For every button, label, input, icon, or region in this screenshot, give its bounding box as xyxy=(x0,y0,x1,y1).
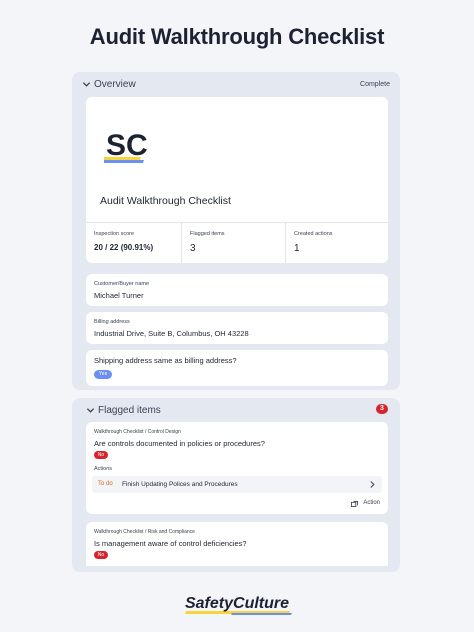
svg-text:SC: SC xyxy=(106,129,148,162)
add-action-button[interactable]: Action xyxy=(340,499,380,509)
flagged-title: Flagged items xyxy=(98,405,161,416)
field-value: Michael Turner xyxy=(94,291,144,300)
stat-label: Inspection score xyxy=(94,231,135,237)
status-label: Complete xyxy=(360,81,390,88)
actions-label: Actions xyxy=(94,466,113,472)
overview-title: Overview xyxy=(94,79,136,90)
stat-value: 1 xyxy=(294,243,300,254)
company-logo: SC xyxy=(104,129,148,163)
item-question: Is management aware of control deficienc… xyxy=(94,539,247,548)
billing-address-field: Billing address Industrial Drive, Suite … xyxy=(86,312,388,344)
stat-value: 3 xyxy=(190,243,196,254)
stat-created-actions: Created actions 1 xyxy=(286,223,388,264)
stat-label: Created actions xyxy=(294,231,333,237)
field-question: Shipping address same as billing address… xyxy=(94,356,237,365)
stat-inspection-score: Inspection score 20 / 22 (90.91%) xyxy=(86,223,182,264)
flagged-header[interactable]: Flagged items 3 xyxy=(72,398,400,424)
flagged-item: Walkthrough Checklist / Risk and Complia… xyxy=(86,522,388,566)
no-badge: No xyxy=(94,551,108,559)
customer-name-field: Customer/Buyer name Michael Turner xyxy=(86,274,388,306)
svg-text:SafetyCulture: SafetyCulture xyxy=(185,595,289,612)
stat-label: Flagged items xyxy=(190,231,225,237)
chevron-down-icon[interactable] xyxy=(82,80,91,89)
item-breadcrumb: Walkthrough Checklist / Control Design xyxy=(94,429,181,435)
item-question: Are controls documented in policies or p… xyxy=(94,439,265,448)
item-breadcrumb: Walkthrough Checklist / Risk and Complia… xyxy=(94,529,195,535)
field-label: Billing address xyxy=(94,319,130,325)
no-badge: No xyxy=(94,451,108,459)
chevron-right-icon xyxy=(370,481,375,488)
report-header-card: SC Audit Walkthrough Checklist Inspectio… xyxy=(86,97,388,264)
field-value: Industrial Drive, Suite B, Columbus, OH … xyxy=(94,329,249,338)
flagged-count-badge: 3 xyxy=(376,404,388,414)
shipping-same-field: Shipping address same as billing address… xyxy=(86,350,388,386)
stat-flagged-items: Flagged items 3 xyxy=(182,223,286,264)
safetyculture-logo: SafetyCulture xyxy=(185,595,292,615)
report-title: Audit Walkthrough Checklist xyxy=(100,195,231,207)
stats-row: Inspection score 20 / 22 (90.91%) Flagge… xyxy=(86,222,388,264)
flagged-items-section: Flagged items 3 Walkthrough Checklist / … xyxy=(72,398,400,572)
action-icon xyxy=(351,501,358,507)
overview-section: Overview Complete SC Audit Walkthrough C… xyxy=(72,72,400,390)
yes-badge: Yes xyxy=(94,370,112,379)
action-title: Finish Updating Polices and Procedures xyxy=(122,480,238,488)
flagged-item: Walkthrough Checklist / Control Design A… xyxy=(86,422,388,514)
action-row[interactable]: To do Finish Updating Polices and Proced… xyxy=(92,476,382,493)
action-button-label: Action xyxy=(363,500,380,506)
chevron-down-icon[interactable] xyxy=(86,406,95,415)
overview-header[interactable]: Overview Complete xyxy=(72,72,400,98)
page-title: Audit Walkthrough Checklist xyxy=(89,24,385,49)
stat-value: 20 / 22 (90.91%) xyxy=(94,243,154,252)
field-label: Customer/Buyer name xyxy=(94,281,150,287)
action-status: To do xyxy=(98,481,113,487)
